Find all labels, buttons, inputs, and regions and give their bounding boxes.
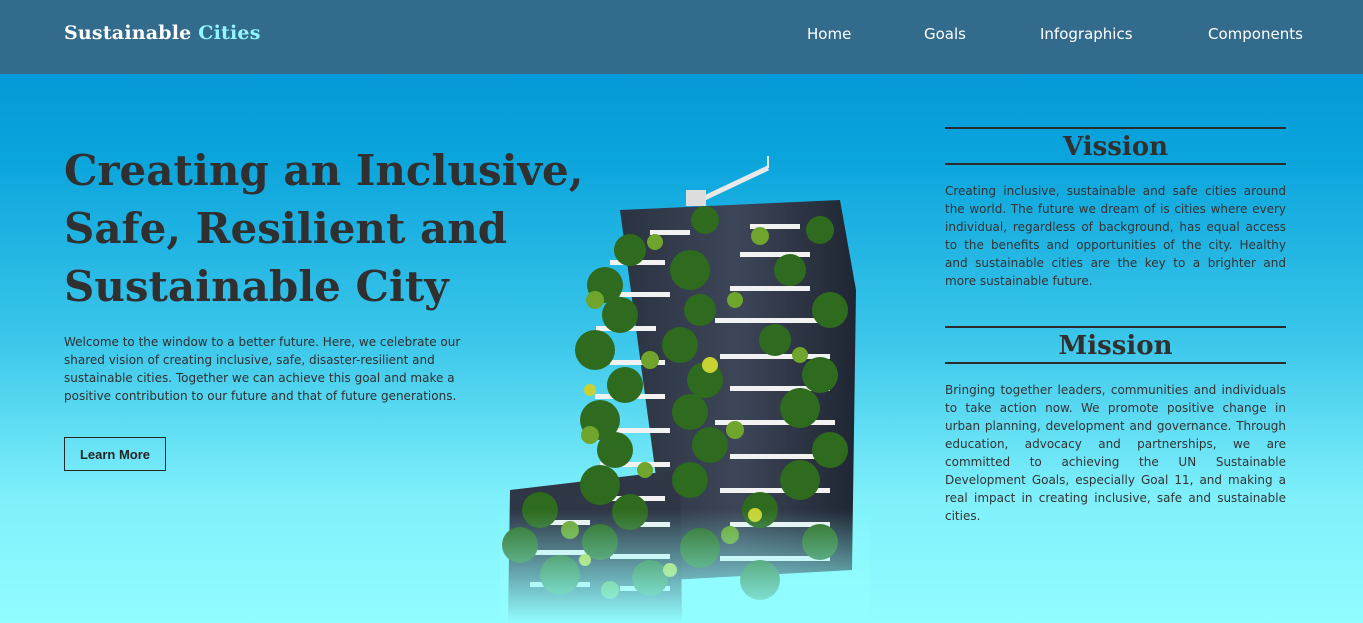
mission-section: Mission Bringing together leaders, commu…	[945, 326, 1286, 525]
vision-title: Vission	[1063, 132, 1168, 162]
mission-text: Bringing together leaders, communities a…	[945, 383, 1286, 523]
nav-components[interactable]: Components	[1208, 25, 1303, 43]
brand-logo[interactable]: Sustainable Cities	[64, 22, 261, 44]
vision-heading-box: Vission	[945, 127, 1286, 165]
vision-section: Vission Creating inclusive, sustainable …	[945, 127, 1286, 290]
navbar: Sustainable Cities Home Goals Infographi…	[0, 0, 1363, 74]
nav-goals[interactable]: Goals	[924, 25, 966, 43]
brand-name: Sustainable	[64, 22, 192, 44]
nav-infographics[interactable]: Infographics	[1040, 25, 1133, 43]
nav-home[interactable]: Home	[807, 25, 851, 43]
brand-accent: Cities	[198, 22, 261, 44]
learn-more-button[interactable]: Learn More	[64, 437, 166, 471]
vision-text: Creating inclusive, sustainable and safe…	[945, 184, 1286, 288]
hero-title: Creating an Inclusive, Safe, Resilient a…	[64, 146, 584, 311]
mission-heading-box: Mission	[945, 326, 1286, 364]
mission-title: Mission	[1058, 331, 1173, 361]
hero-description: Welcome to the window to a better future…	[64, 335, 461, 403]
